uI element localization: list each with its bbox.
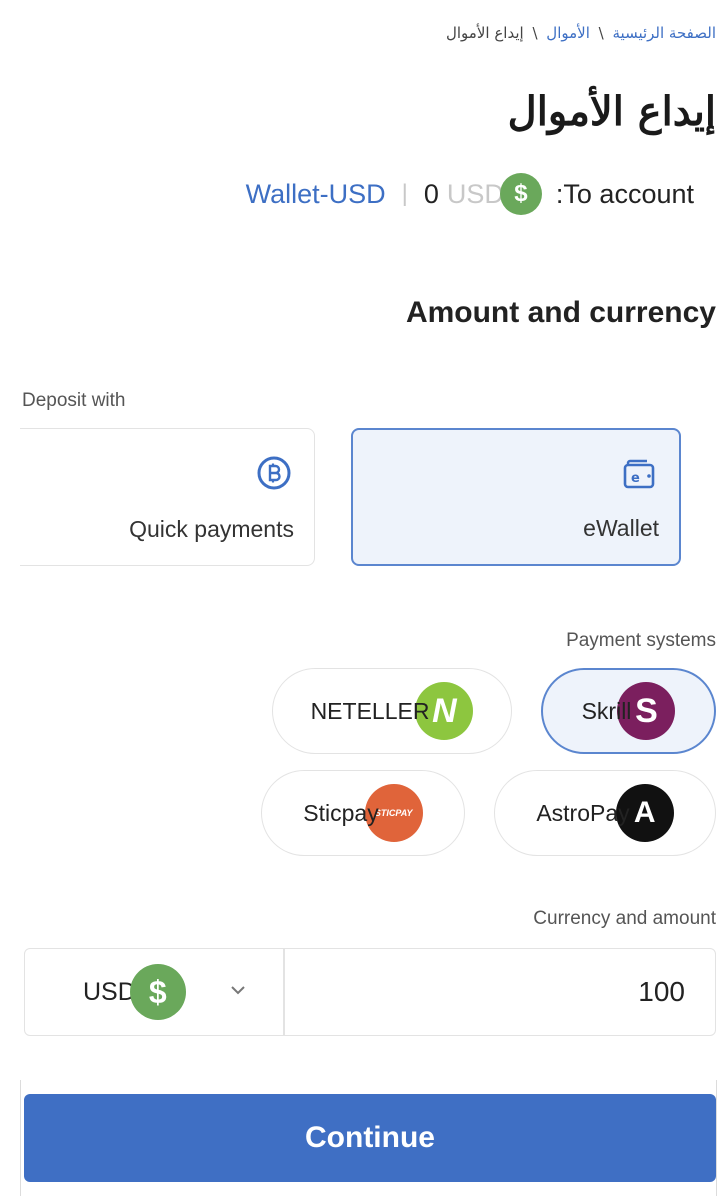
- payment-name: NETELLER: [310, 697, 430, 724]
- chevron-down-icon[interactable]: [229, 981, 247, 999]
- account-balance: 0: [423, 178, 439, 209]
- payment-astropay[interactable]: AstroPay A: [494, 770, 716, 856]
- currency-value: USD: [83, 977, 136, 1006]
- divider: [716, 1080, 717, 1196]
- continue-button[interactable]: Continue: [24, 1094, 716, 1182]
- divider: [283, 949, 285, 1035]
- account-line: Wallet-USD | 0 USD $ :To account: [246, 173, 694, 215]
- bitcoin-icon: [257, 456, 291, 490]
- account-currency: USD: [446, 178, 504, 209]
- payment-sticpay[interactable]: Sticpay STICPAY: [261, 770, 465, 856]
- deposit-with-label: Deposit with: [22, 390, 126, 411]
- method-ewallet[interactable]: e eWallet: [351, 428, 681, 566]
- payment-skrill[interactable]: Skrill S: [541, 668, 716, 754]
- payment-name: Skrill: [581, 697, 632, 724]
- payment-neteller[interactable]: NETELLER N: [272, 668, 512, 754]
- currency-amount-field: USD $ 100: [24, 948, 716, 1036]
- usd-coin-icon: $: [129, 964, 186, 1020]
- section-title: Amount and currency: [405, 296, 716, 329]
- to-account-label: :To account: [555, 178, 694, 209]
- divider: [20, 1080, 21, 1196]
- page-title: إيداع الأموال: [507, 88, 716, 135]
- method-label: Quick payments: [129, 516, 294, 542]
- breadcrumb-separator: \: [598, 24, 604, 42]
- amount-input[interactable]: 100: [638, 949, 685, 1035]
- divider: |: [401, 180, 408, 207]
- breadcrumb-separator: \: [532, 24, 538, 42]
- method-quick-payments[interactable]: Quick payments: [20, 428, 315, 566]
- method-label: eWallet: [583, 515, 659, 541]
- breadcrumb-funds-link[interactable]: الأموال: [546, 24, 590, 42]
- payment-systems-label: Payment systems: [566, 630, 716, 651]
- currency-select[interactable]: USD $: [83, 949, 186, 1035]
- payment-name: Sticpay: [303, 799, 379, 826]
- breadcrumb-current: إيداع الأموال: [445, 24, 524, 42]
- wallet-icon: e: [623, 459, 655, 489]
- breadcrumb: الصفحة الرئيسية \ الأموال \ إيداع الأموا…: [446, 24, 716, 42]
- currency-amount-label: Currency and amount: [533, 908, 716, 929]
- usd-coin-icon: $: [499, 173, 542, 215]
- payment-name: AstroPay: [536, 799, 630, 826]
- wallet-link[interactable]: Wallet-USD: [246, 179, 386, 210]
- svg-text:e: e: [631, 471, 640, 486]
- breadcrumb-home-link[interactable]: الصفحة الرئيسية: [613, 24, 717, 42]
